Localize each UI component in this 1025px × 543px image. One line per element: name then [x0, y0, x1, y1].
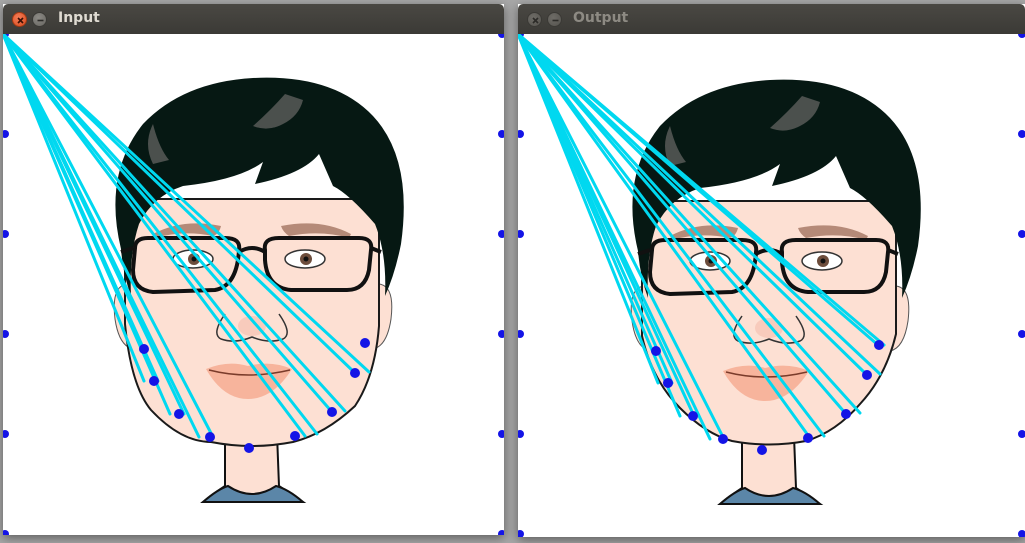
anchor-point: [498, 330, 504, 338]
anchor-point: [498, 34, 504, 38]
close-icon[interactable]: [12, 12, 27, 27]
landmark-point: [149, 376, 159, 386]
anchor-point: [1018, 330, 1025, 338]
anchor-point: [518, 530, 524, 537]
landmark-point: [360, 338, 370, 348]
anchor-point: [1018, 430, 1025, 438]
anchor-point: [498, 130, 504, 138]
landmark-point: [174, 409, 184, 419]
anchor-point: [1018, 34, 1025, 38]
anchor-point: [498, 230, 504, 238]
close-icon[interactable]: [527, 12, 542, 27]
landmark-point: [757, 445, 767, 455]
output-window: Output: [518, 4, 1025, 537]
landmark-point: [327, 407, 337, 417]
landmark-point: [688, 411, 698, 421]
anchor-point: [518, 430, 524, 438]
anchor-point: [3, 530, 9, 535]
anchor-point: [518, 130, 524, 138]
anchor-point: [498, 530, 504, 535]
landmark-point: [651, 346, 661, 356]
landmark-point: [841, 409, 851, 419]
cartoon-face: [113, 77, 404, 503]
landmark-point: [862, 370, 872, 380]
anchor-point: [518, 230, 524, 238]
window-title: Input: [58, 10, 100, 26]
input-titlebar[interactable]: Input: [3, 4, 504, 34]
anchor-point: [518, 330, 524, 338]
landmark-point: [803, 433, 813, 443]
output-face-image: [518, 34, 1025, 537]
anchor-point: [498, 430, 504, 438]
landmark-point: [874, 340, 884, 350]
anchor-point: [1018, 130, 1025, 138]
landmark-point: [663, 378, 673, 388]
anchor-point: [1018, 230, 1025, 238]
minimize-icon[interactable]: [547, 12, 562, 27]
anchor-point: [1018, 530, 1025, 537]
window-title: Output: [573, 10, 629, 26]
cartoon-face: [630, 79, 921, 505]
landmark-point: [718, 434, 728, 444]
input-window: Input: [3, 4, 504, 535]
minimize-icon[interactable]: [32, 12, 47, 27]
output-titlebar[interactable]: Output: [518, 4, 1025, 34]
landmark-point: [139, 344, 149, 354]
output-image-canvas: [518, 34, 1025, 537]
landmark-point: [244, 443, 254, 453]
anchor-point: [3, 430, 9, 438]
landmark-point: [205, 432, 215, 442]
input-image-canvas: [3, 34, 504, 535]
anchor-point: [3, 330, 9, 338]
anchor-point: [3, 230, 9, 238]
landmark-point: [290, 431, 300, 441]
anchor-point: [3, 130, 9, 138]
landmark-point: [350, 368, 360, 378]
input-face-image: [3, 34, 504, 535]
